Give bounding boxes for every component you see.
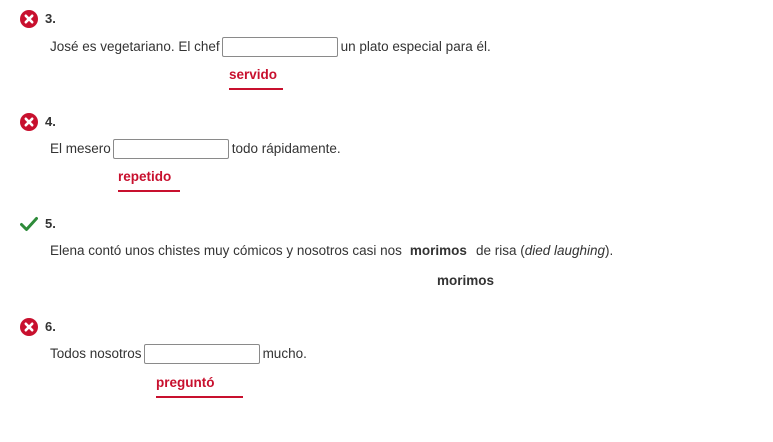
question-sentence: El mesero todo rápidamente. xyxy=(50,138,341,160)
x-circle-icon xyxy=(20,318,38,336)
sentence-before: José es vegetariano. El chef xyxy=(50,39,220,54)
filled-answer: morimos xyxy=(409,243,467,258)
question-number: 3. xyxy=(45,11,56,26)
checkmark-icon xyxy=(20,217,38,231)
sentence-translation: died laughing xyxy=(524,243,606,258)
sentence-after: un plato especial para él. xyxy=(340,39,491,54)
sentence-after: de risa ( xyxy=(475,243,525,258)
answer-input[interactable] xyxy=(221,37,338,57)
question-sentence: José es vegetariano. El chef un plato es… xyxy=(50,36,491,58)
sentence-after: mucho. xyxy=(262,346,307,361)
answer-input[interactable] xyxy=(143,344,260,364)
sentence-before: Todos nosotros xyxy=(50,346,142,361)
sentence-before: Elena contó unos chistes muy cómicos y n… xyxy=(50,243,402,258)
correct-answer: repetido xyxy=(118,168,180,192)
question-number: 4. xyxy=(45,114,56,129)
x-circle-icon xyxy=(20,113,38,131)
question-sentence: Todos nosotros mucho. xyxy=(50,343,307,365)
question-number: 5. xyxy=(45,216,56,231)
question-sentence: Elena contó unos chistes muy cómicos y n… xyxy=(50,240,613,262)
sentence-after: todo rápidamente. xyxy=(231,141,341,156)
correct-answer: preguntó xyxy=(156,374,243,398)
x-circle-icon xyxy=(20,10,38,28)
correct-answer: servido xyxy=(229,66,283,90)
sentence-end: ). xyxy=(605,243,614,258)
question-number: 6. xyxy=(45,319,56,334)
answer-input[interactable] xyxy=(112,139,229,159)
sentence-before: El mesero xyxy=(50,141,111,156)
correct-answer: morimos xyxy=(437,273,495,288)
